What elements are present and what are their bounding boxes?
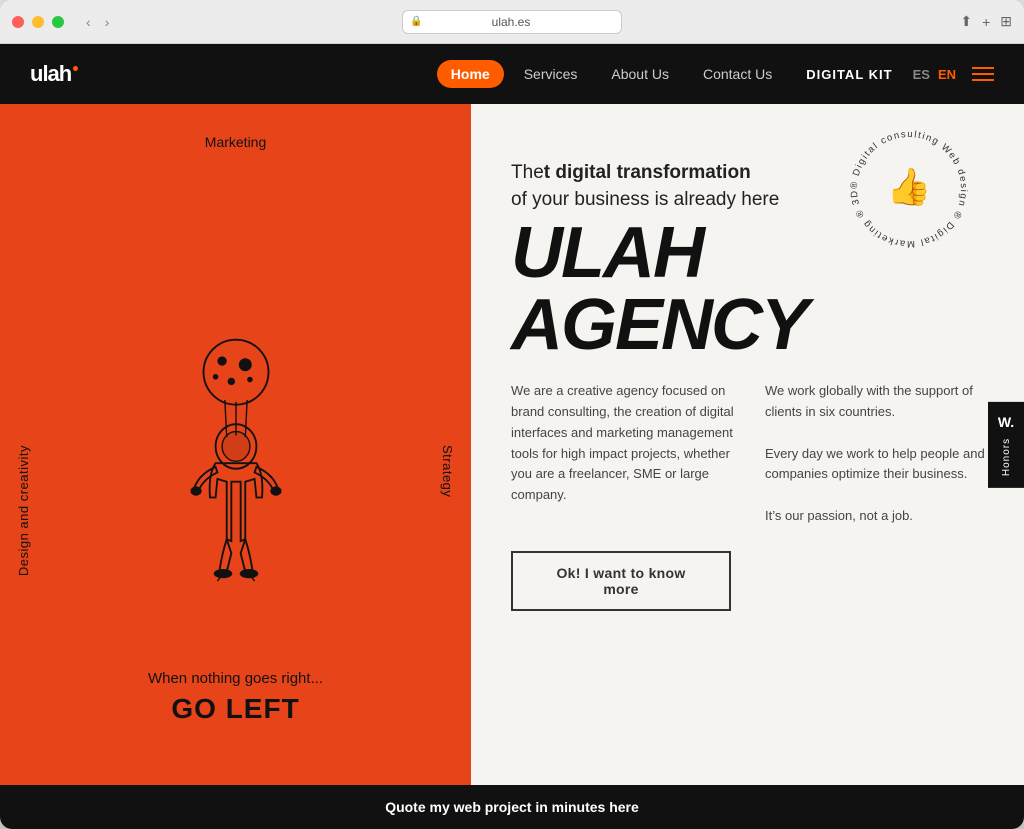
logo-text: ulah (30, 61, 71, 87)
browser-nav: ‹ › (82, 12, 113, 32)
design-label: Design and creativity (16, 445, 31, 576)
main-content: Marketing Design and creativity Strategy (0, 104, 1024, 785)
description-row: We are a creative agency focused on bran… (511, 381, 989, 527)
logo[interactable]: ulah (30, 61, 78, 87)
headline-line2: of your business is already here (511, 189, 779, 210)
footer-bar[interactable]: Quote my web project in minutes here (0, 785, 1024, 829)
language-switcher: ES EN (913, 67, 956, 82)
thumb-icon: 👍 (887, 166, 932, 207)
new-tab-button[interactable]: + (982, 14, 990, 30)
honors-text: Honors (1001, 437, 1012, 475)
headline-bold: t digital transformation (544, 162, 751, 183)
cta-button[interactable]: Ok! I want to know more (511, 551, 731, 611)
lang-es[interactable]: ES (913, 67, 930, 82)
lock-icon: 🔒 (410, 16, 422, 27)
maximize-button[interactable] (52, 16, 64, 28)
nav-links: Home Services About Us Contact Us (437, 60, 786, 88)
website: ulah Home Services About Us Contact Us D… (0, 44, 1024, 829)
hamburger-line-3 (972, 79, 994, 81)
logo-dot (73, 66, 78, 71)
side-w-button[interactable]: W. Honors (988, 401, 1024, 487)
browser-actions: ⬆ + ⊞ (960, 13, 1012, 30)
window-controls (12, 16, 64, 28)
forward-button[interactable]: › (101, 12, 114, 32)
hamburger-line-2 (972, 73, 994, 75)
badge-svg: 👍 ® Digital consulting Web design ® Digi… (844, 124, 974, 254)
circular-badge: 👍 ® Digital consulting Web design ® Digi… (844, 124, 964, 244)
navbar: ulah Home Services About Us Contact Us D… (0, 44, 1024, 104)
nav-contact[interactable]: Contact Us (689, 60, 786, 88)
bottom-text: When nothing goes right... GO LEFT (148, 670, 323, 725)
left-panel: Marketing Design and creativity Strategy (0, 104, 471, 785)
agency-line2: AGENCY (511, 289, 989, 361)
hamburger-menu[interactable] (972, 67, 994, 81)
browser-window: ‹ › 🔒 ⬆ + ⊞ ulah Home Services About (0, 0, 1024, 829)
minimize-button[interactable] (32, 16, 44, 28)
desc-col-1: We are a creative agency focused on bran… (511, 381, 735, 527)
astronaut-svg (136, 335, 336, 595)
go-left-text: GO LEFT (148, 693, 323, 725)
marketing-label: Marketing (205, 134, 266, 150)
url-input[interactable] (402, 10, 622, 34)
address-bar-container: 🔒 (402, 10, 622, 34)
nav-services[interactable]: Services (510, 60, 592, 88)
strategy-label: Strategy (440, 445, 455, 497)
share-button[interactable]: ⬆ (960, 13, 972, 30)
tabs-button[interactable]: ⊞ (1000, 13, 1012, 30)
desc-col-2: We work globally with the support of cli… (765, 381, 989, 527)
back-button[interactable]: ‹ (82, 12, 95, 32)
close-button[interactable] (12, 16, 24, 28)
digital-kit-link[interactable]: DIGITAL KIT (806, 67, 892, 82)
nav-home[interactable]: Home (437, 60, 504, 88)
nothing-goes-right: When nothing goes right... (148, 670, 323, 687)
headline-normal: The (511, 162, 544, 183)
right-panel: 👍 ® Digital consulting Web design ® Digi… (471, 104, 1024, 785)
nav-about[interactable]: About Us (597, 60, 683, 88)
lang-en[interactable]: EN (938, 67, 956, 82)
titlebar: ‹ › 🔒 ⬆ + ⊞ (0, 0, 1024, 44)
hamburger-line-1 (972, 67, 994, 69)
w-letter: W. (998, 413, 1014, 429)
